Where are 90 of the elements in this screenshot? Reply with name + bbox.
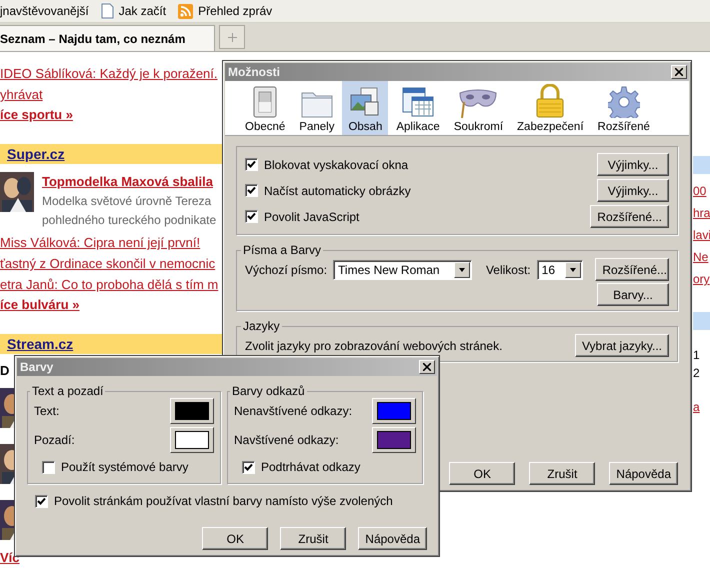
pane-tab[interactable]: Obecné — [239, 81, 292, 135]
checkbox-label: Načíst automaticky obrázky — [264, 184, 411, 198]
plus-icon — [228, 32, 236, 42]
checkbox-label: Blokovat vyskakovací okna — [264, 158, 408, 172]
feed-icon — [178, 4, 194, 18]
mask-icon — [458, 88, 498, 118]
headline-link[interactable]: Ne — [693, 246, 710, 268]
more-link[interactable]: íce sportu » — [0, 105, 222, 125]
bookmark[interactable]: jnavštěvovanější — [0, 4, 89, 18]
dialog-button[interactable]: Nápověda — [609, 462, 678, 485]
exceptions-button[interactable]: Výjimky... — [597, 153, 669, 176]
calendar-icon — [402, 86, 434, 118]
pane-tab[interactable]: Aplikace — [390, 81, 446, 135]
section-link[interactable]: Stream.cz — [7, 336, 74, 352]
headline-link[interactable]: Miss Válková: Cipra není její první! — [0, 232, 222, 253]
window-title: Možnosti — [228, 65, 280, 79]
group-title: Text a pozadí — [31, 384, 104, 398]
close-icon — [423, 363, 431, 371]
section-link[interactable]: Super.cz — [7, 146, 65, 162]
article-text: pohledného tureckého podnikate — [42, 212, 218, 229]
size-select[interactable]: 16 — [536, 260, 584, 280]
font-select[interactable]: Times New Roman — [333, 260, 472, 280]
headline-link[interactable]: yhrávat — [0, 84, 222, 105]
checkbox-label: Povolit stránkám používat vlastní barvy namísto výše zvolených — [54, 494, 393, 508]
more-link[interactable]: íce bulváru » — [0, 295, 222, 315]
headline-link[interactable]: lavi — [693, 224, 710, 246]
headline-link[interactable]: 00 — [693, 180, 710, 202]
page-icon — [100, 3, 114, 19]
dialog-button[interactable]: Nápověda — [358, 527, 427, 550]
exceptions-button[interactable]: Rozšířené... — [590, 205, 669, 228]
pane-tab[interactable]: Zabezpečení — [511, 81, 590, 135]
page-text: 2 — [693, 365, 700, 382]
bookmark[interactable]: Jak začít — [118, 4, 166, 18]
exceptions-button[interactable]: Výjimky... — [597, 179, 669, 202]
color-picker[interactable] — [372, 398, 416, 424]
color-picker[interactable] — [372, 427, 416, 453]
checkbox[interactable] — [245, 184, 258, 197]
headline-link[interactable]: IDEO Sáblíková: Každý je k poražení. — [0, 63, 222, 84]
headline-link[interactable]: hra — [693, 202, 710, 224]
checkbox-label: Povolit JavaScript — [264, 210, 360, 224]
colors-button[interactable]: Barvy... — [597, 283, 669, 306]
field-label: Nenavštívené odkazy: — [234, 404, 352, 418]
checkbox[interactable] — [245, 210, 258, 223]
section-header — [693, 156, 710, 174]
dialog-button[interactable]: OK — [449, 462, 516, 485]
bookmark[interactable]: Přehled zpráv — [198, 4, 272, 18]
group-title: Písma a Barvy — [242, 243, 322, 257]
checkbox[interactable] — [42, 460, 55, 474]
headline-link[interactable]: ory — [693, 268, 710, 290]
field-label: Pozadí: — [34, 433, 75, 447]
pictures-icon — [349, 86, 382, 118]
gear-icon — [608, 86, 640, 118]
pane-tab[interactable]: Obsah — [342, 81, 388, 135]
color-picker[interactable] — [170, 427, 214, 453]
headline-link[interactable]: Topmodelka Maxová sbalila — [42, 172, 222, 192]
headline-link[interactable]: etra Janů: Co to proboha dělá s tím m — [0, 274, 222, 295]
pane-tab[interactable]: Panely — [293, 81, 340, 135]
close-button[interactable] — [671, 65, 687, 79]
group-title: Barvy odkazů — [231, 384, 306, 398]
dialog-button[interactable]: Zrušit — [280, 527, 346, 550]
field-label: Výchozí písmo: — [245, 262, 328, 276]
field-label: Text: — [34, 404, 60, 418]
headline-link[interactable]: a — [693, 396, 710, 418]
close-button[interactable] — [419, 360, 435, 374]
headline-link[interactable]: ťastný z Ordinace skončil v nemocnic — [0, 253, 222, 274]
padlock-icon — [535, 84, 566, 118]
checkbox[interactable] — [242, 460, 255, 474]
color-picker[interactable] — [170, 398, 214, 424]
switch-icon — [253, 86, 278, 118]
pane-tab[interactable]: Soukromí — [448, 81, 510, 135]
group-title: Jazyky — [242, 319, 281, 333]
article-text: Modelka světové úrovně Tereza — [42, 193, 212, 210]
advanced-button[interactable]: Rozšířené... — [595, 258, 669, 281]
window-title: Barvy — [20, 360, 54, 374]
close-icon — [675, 68, 683, 76]
pane-tab[interactable]: Rozšířené — [592, 81, 656, 135]
checkbox[interactable] — [245, 158, 258, 171]
browser-tab[interactable]: Seznam – Najdu tam, co neznám — [0, 25, 215, 51]
checkbox-label: Podtrhávat odkazy — [261, 460, 360, 474]
page-text: D — [0, 362, 10, 380]
section-header — [693, 312, 710, 330]
field-label: Velikost: — [486, 262, 531, 276]
dialog-button[interactable]: OK — [202, 527, 268, 550]
checkbox[interactable] — [35, 494, 48, 508]
field-label: Navštívené odkazy: — [234, 433, 339, 447]
dialog-button[interactable]: Zrušit — [529, 462, 596, 485]
page-text: 1 — [693, 347, 700, 364]
languages-button[interactable]: Vybrat jazyky... — [574, 334, 669, 357]
group-text: Zvolit jazyky pro zobrazování webových stránek. — [245, 338, 502, 352]
checkbox-label: Použít systémové barvy — [61, 460, 188, 474]
